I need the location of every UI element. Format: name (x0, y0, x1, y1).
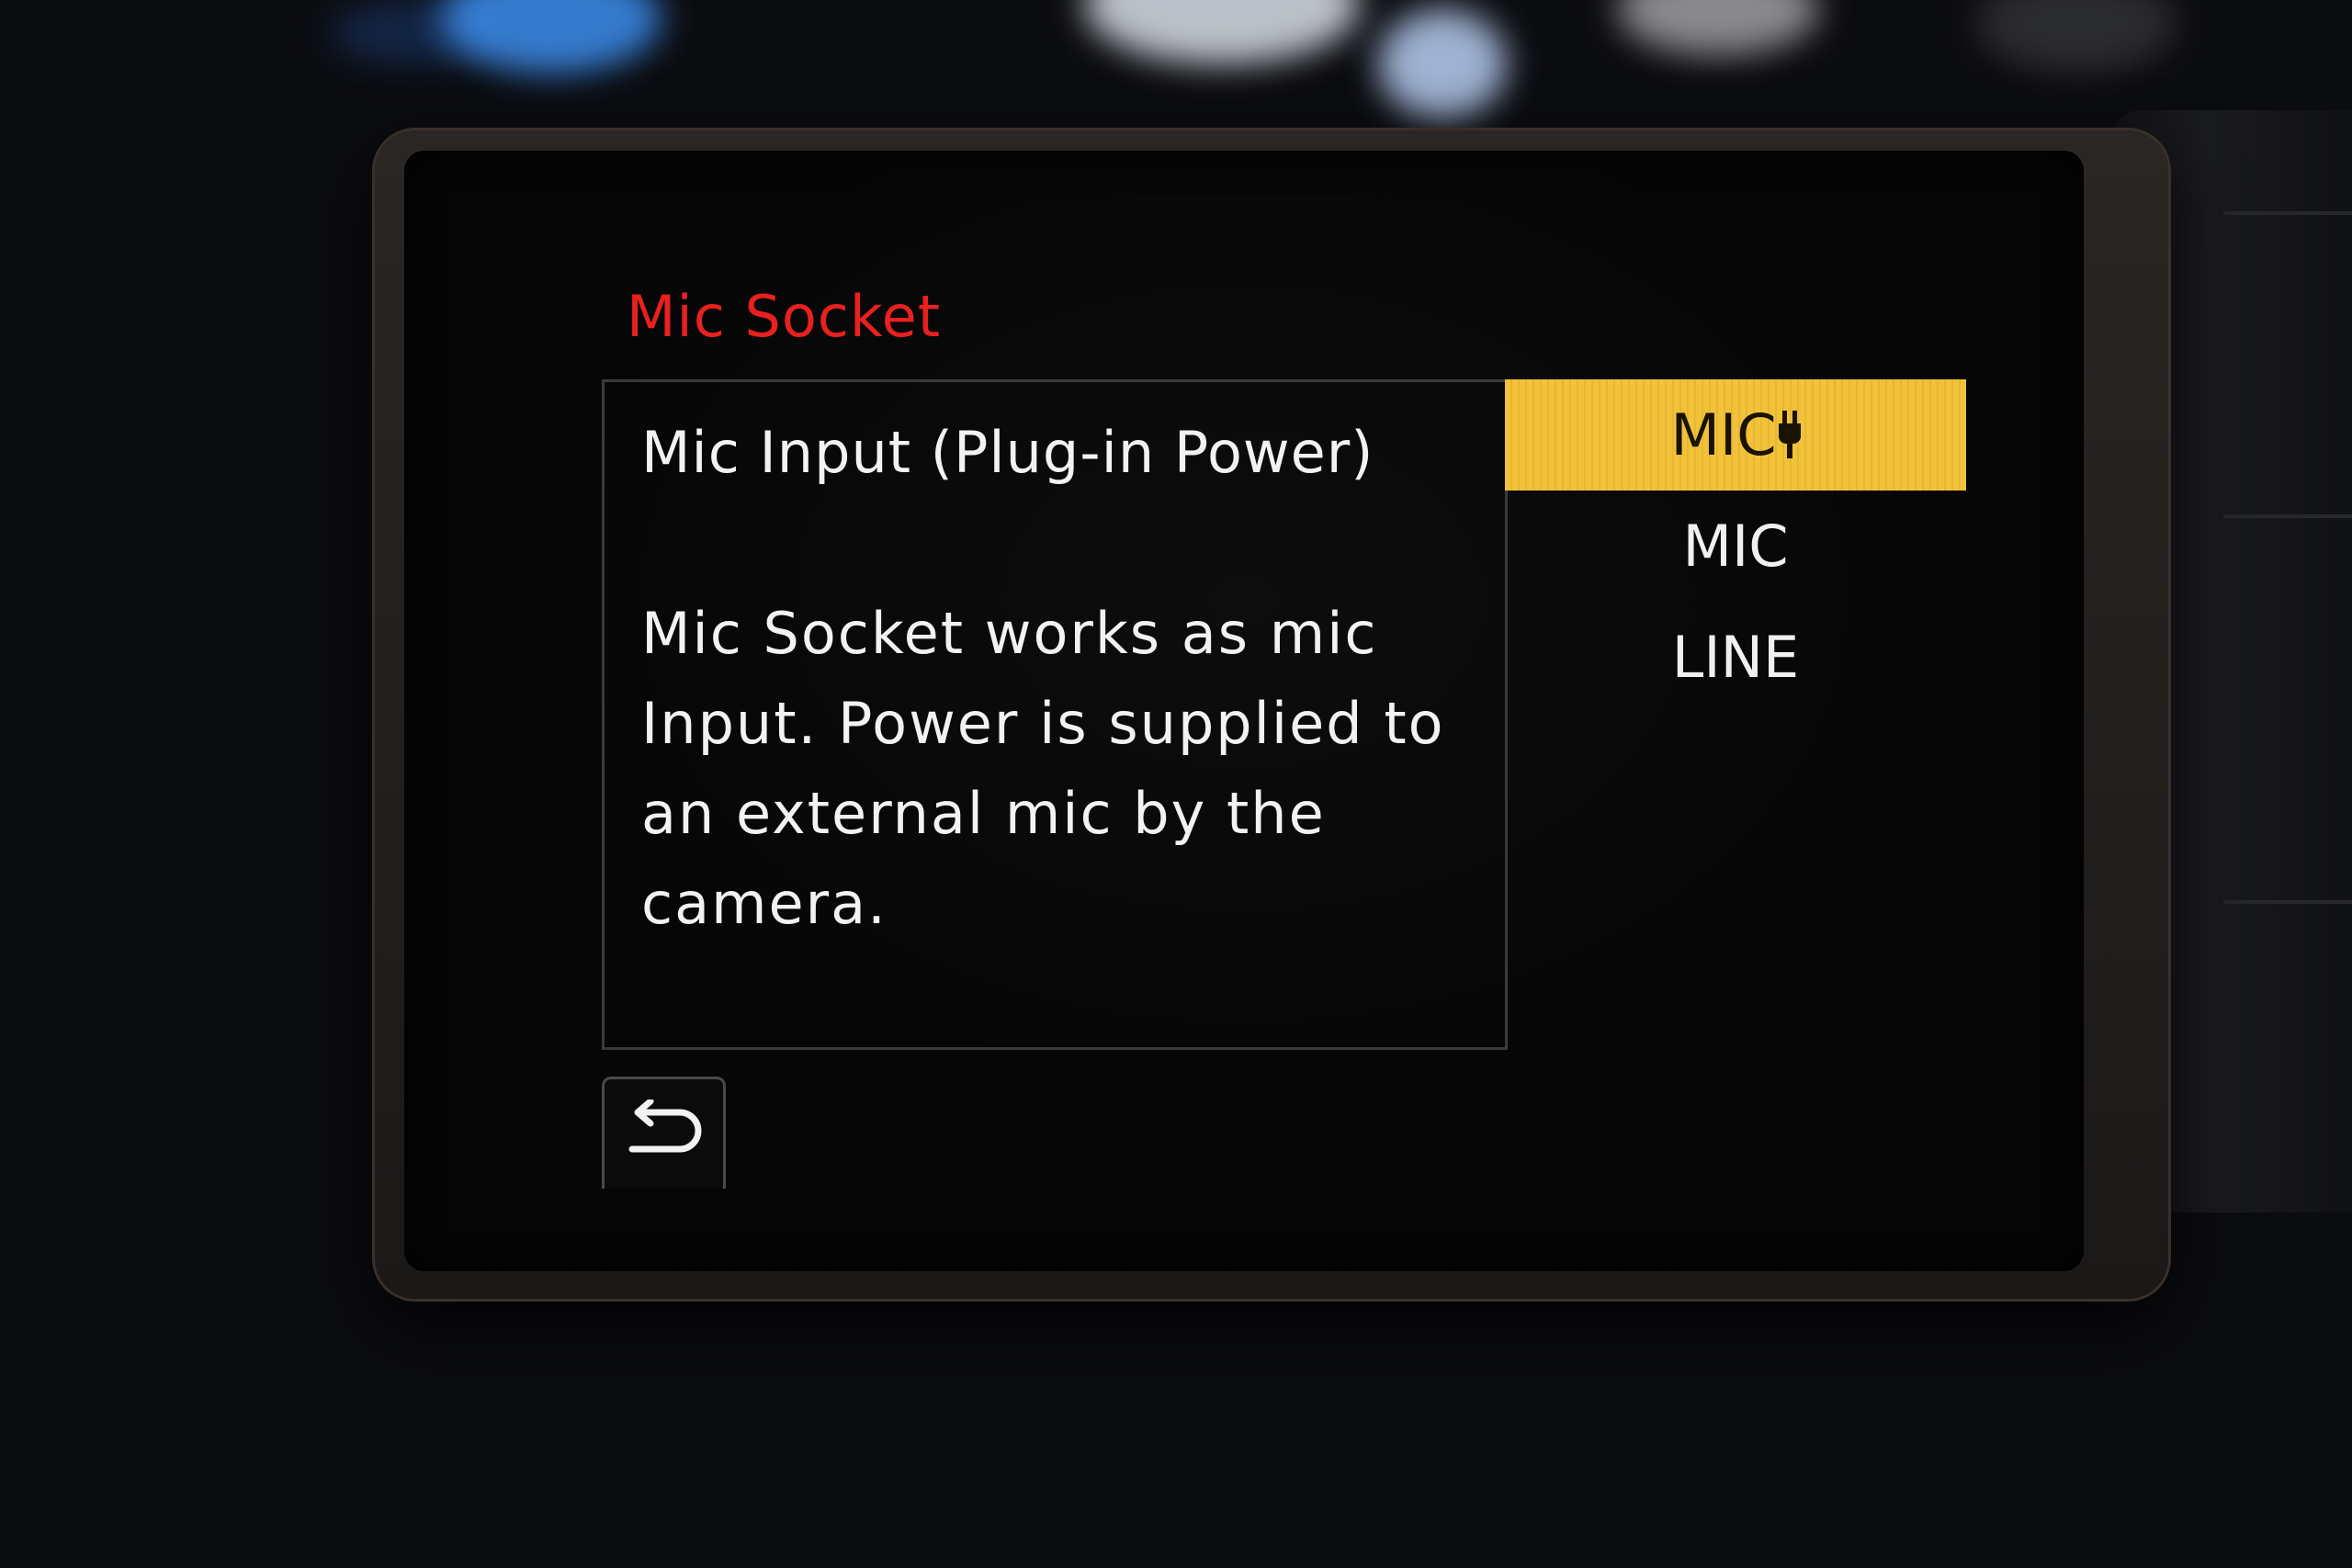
option-label: MIC (1670, 401, 1777, 468)
return-arrow-icon (628, 1100, 702, 1153)
back-button[interactable] (602, 1077, 726, 1189)
plug-icon (1778, 411, 1801, 458)
option-mic-plugin-power[interactable]: MIC (1505, 379, 1966, 491)
bokeh-light (1617, 0, 1819, 55)
housing-edge (2223, 211, 2352, 215)
bokeh-light (1084, 0, 1360, 64)
option-line[interactable]: LINE (1505, 602, 1966, 713)
description-panel: Mic Input (Plug-in Power) Mic Socket wor… (602, 379, 1508, 1050)
description-heading: Mic Input (Plug-in Power) (641, 419, 1374, 486)
option-mic[interactable]: MIC (1505, 491, 1966, 602)
option-list: MIC MIC LINE (1505, 379, 1966, 713)
option-label: MIC (1682, 513, 1789, 580)
bokeh-light (1975, 0, 2177, 73)
bokeh-light (1378, 9, 1507, 119)
menu-title: Mic Socket (627, 283, 942, 350)
description-body: Mic Socket works as mic Input. Power is … (641, 600, 1445, 937)
option-label: LINE (1671, 624, 1800, 691)
housing-edge (2223, 514, 2352, 518)
housing-edge (2223, 900, 2352, 904)
bokeh-light (441, 0, 662, 73)
